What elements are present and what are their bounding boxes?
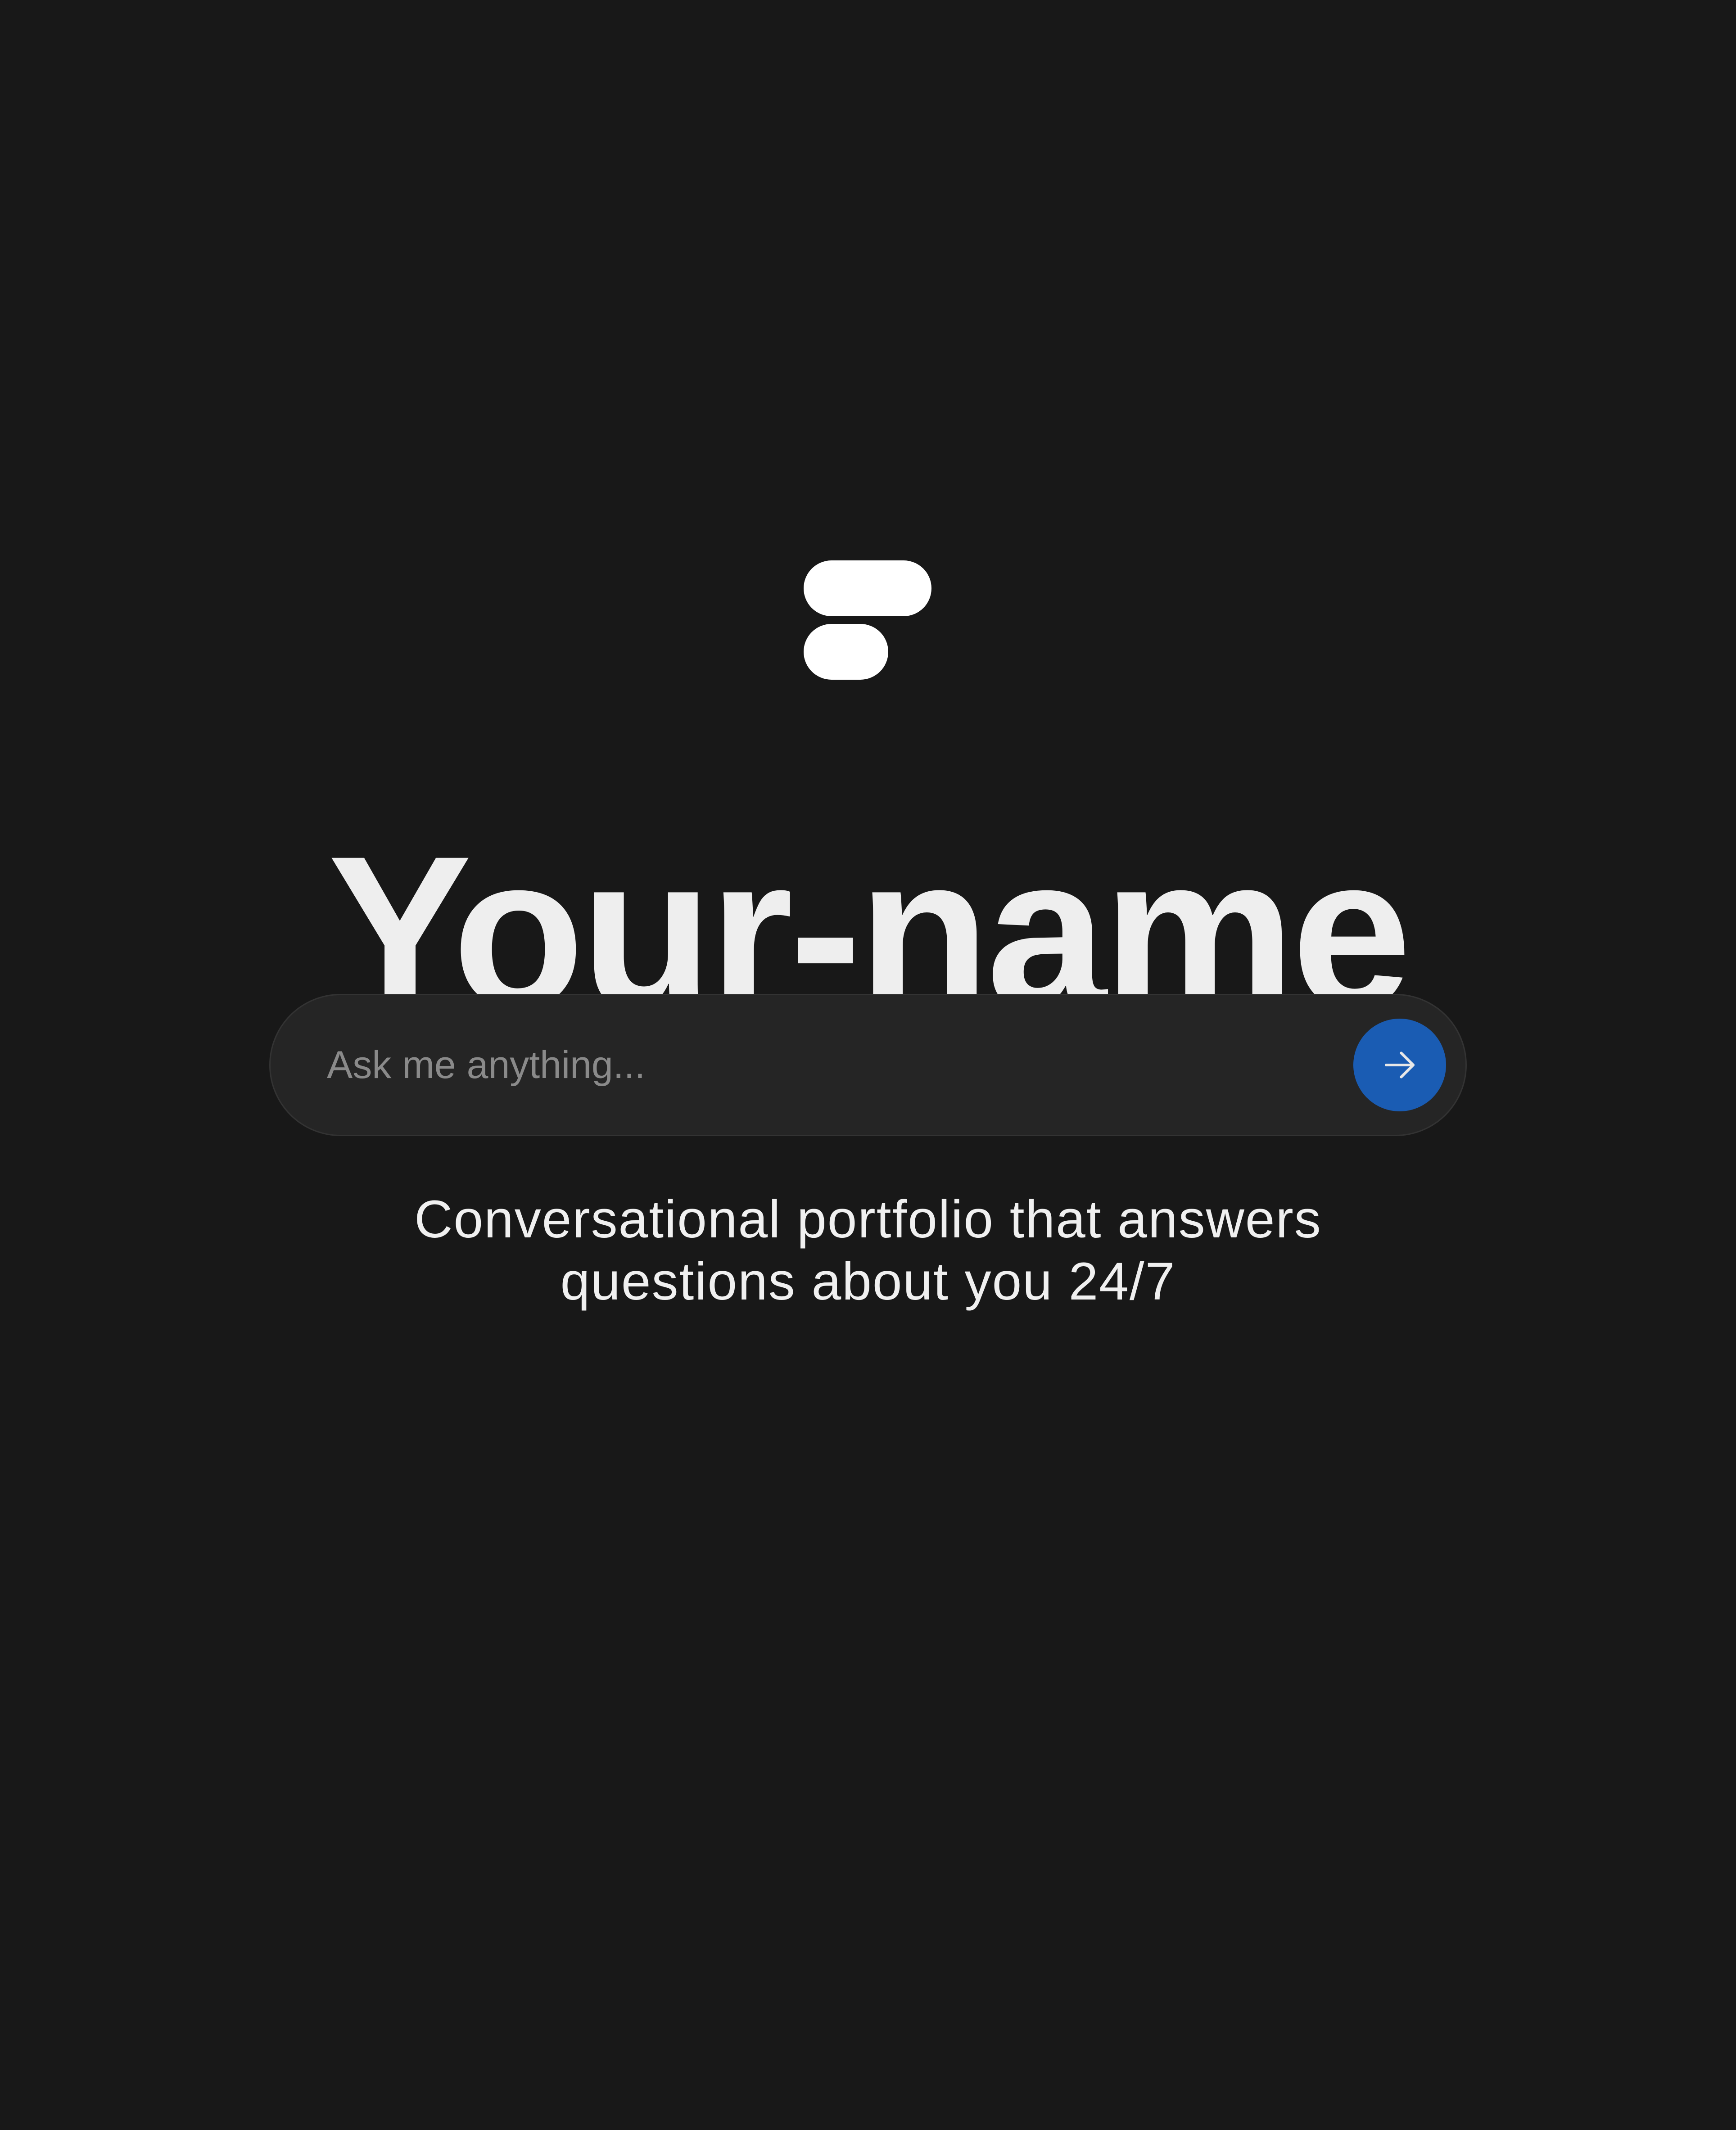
tagline-line-2: questions about you 24/7 [560,1252,1176,1311]
logo-icon [804,560,931,680]
hero-title-container: Your-name [0,810,1736,995]
send-button[interactable] [1353,1019,1446,1111]
tagline-line-1: Conversational portfolio that answers [414,1190,1322,1249]
arrow-right-icon [1385,1051,1415,1079]
hero-title: Your-name [328,811,1411,995]
tagline: Conversational portfolio that answers qu… [0,1188,1736,1313]
search-bar [269,994,1467,1136]
logo-bottom-bar [804,624,888,680]
search-input[interactable] [327,1022,1317,1108]
logo-top-bar [804,560,931,616]
